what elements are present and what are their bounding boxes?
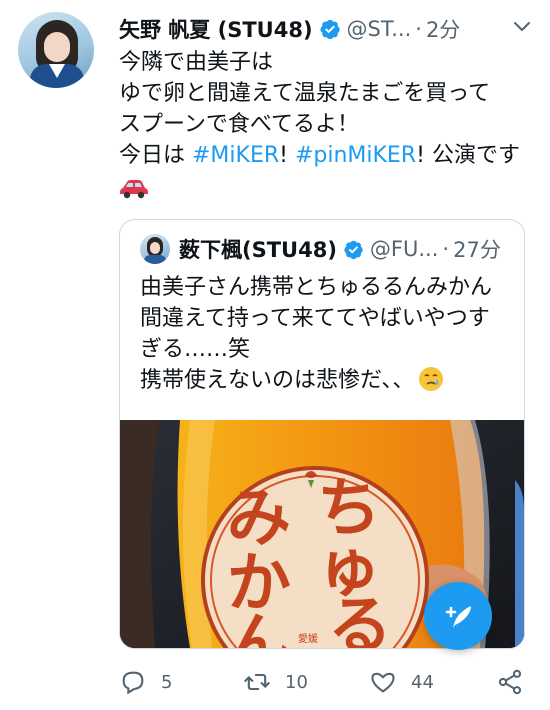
quoted-text-line: 携帯使えないのは悲惨だ、、	[140, 365, 516, 396]
heart-icon	[371, 672, 395, 693]
text-prefix: 今日は	[119, 143, 192, 168]
reply-count: 5	[161, 671, 173, 693]
tweet-text: 今隣で由美子は ゆで卵と間違えて温泉たまごを買って スプーンで食べてるよ！ 今日…	[119, 47, 529, 208]
quoted-text-line-content: 携帯使えないのは悲惨だ、、	[140, 368, 415, 393]
retweet-count: 10	[285, 671, 308, 693]
verified-badge-icon	[344, 240, 363, 259]
quoted-text-line: 間違えて持って来ててやばいやつす	[140, 306, 490, 331]
hashtag-link[interactable]: #pinMiKER	[295, 143, 416, 168]
reply-icon	[122, 671, 144, 695]
face-holding-back-tears-emoji-icon	[419, 367, 444, 391]
hashtag-link[interactable]: #MiKER	[192, 143, 279, 168]
retweet-button[interactable]: 10	[243, 664, 308, 700]
reply-button[interactable]: 5	[119, 664, 172, 700]
quoted-tweet-text: 由美子さん携帯とちゅるるんみかん 間違えて持って来ててやばいやつす ぎる……笑 …	[140, 272, 516, 396]
quoted-author-name: 薮下楓(STU48)	[179, 238, 337, 262]
separator-dot: ·	[442, 237, 450, 261]
verified-badge-icon	[320, 19, 340, 40]
author-avatar[interactable]	[18, 12, 94, 88]
tweet-timestamp[interactable]: 2分	[426, 14, 460, 44]
quoted-text-line: ぎる……笑	[140, 337, 251, 362]
quoted-text-line: 由美子さん携帯とちゅるるんみかん	[140, 275, 493, 300]
share-icon	[498, 669, 522, 695]
tweet-text-line-hashtags: 今日は #MiKER! #pinMiKER! 公演です	[119, 140, 529, 171]
like-count: 44	[411, 671, 434, 693]
separator-dot: ·	[415, 17, 422, 41]
tweet-action-bar: 5 10 44	[119, 664, 530, 700]
quoted-tweet-header: 薮下楓(STU48) @FU... · 27分	[140, 234, 501, 264]
retweet-icon	[244, 673, 270, 691]
more-options-icon[interactable]	[510, 14, 534, 38]
quoted-tweet-timestamp: 27分	[453, 238, 501, 262]
car-emoji-icon	[120, 180, 148, 199]
tweet-text-line: スプーンで食べてるよ！	[119, 112, 360, 137]
compose-feather-icon	[445, 606, 471, 628]
like-button[interactable]: 44	[369, 664, 434, 700]
author-handle[interactable]: @ST...	[347, 17, 412, 41]
tweet-text-line: 今隣で由美子は	[119, 50, 274, 75]
compose-tweet-button[interactable]	[424, 582, 492, 650]
text-suffix: ! 公演です	[416, 143, 520, 168]
tweet-header: 矢野 帆夏 (STU48) @ST... · 2分	[119, 12, 460, 46]
text-mid: !	[279, 143, 295, 168]
share-button[interactable]	[496, 664, 524, 700]
author-name[interactable]: 矢野 帆夏 (STU48)	[119, 14, 313, 44]
quoted-author-avatar	[140, 234, 170, 264]
tweet-text-line: ゆで卵と間違えて温泉たまごを買って	[119, 81, 491, 106]
jelly-small-label: 愛媛	[298, 632, 318, 645]
quoted-author-handle: @FU...	[369, 237, 439, 261]
